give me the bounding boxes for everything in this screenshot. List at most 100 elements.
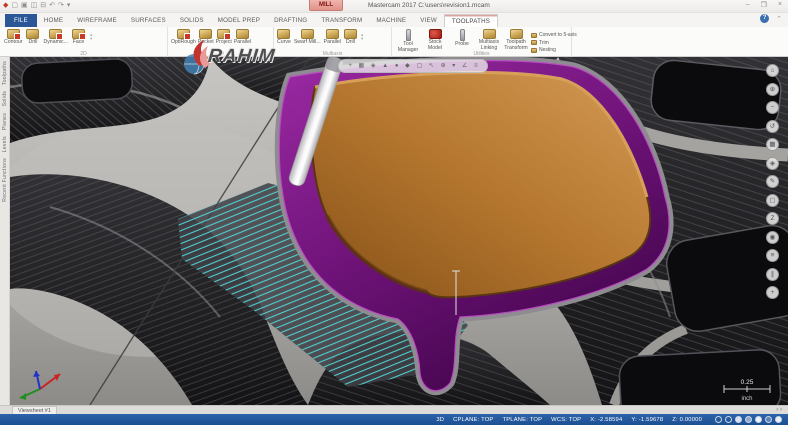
probe-button[interactable]: Probe — [450, 29, 474, 48]
tab-solids[interactable]: SOLIDS — [173, 14, 211, 27]
selbar-icon-11[interactable]: ≡ — [474, 60, 478, 72]
view-shading-icon[interactable]: ◈ — [766, 157, 779, 170]
parallel-multiaxis-button[interactable]: Parallel — [324, 29, 341, 46]
selbar-icon-0[interactable]: + — [348, 60, 352, 72]
close-button[interactable]: × — [778, 1, 782, 9]
selbar-icon-3[interactable]: ▲ — [382, 60, 388, 72]
status-toggle-icon[interactable] — [725, 416, 732, 423]
drill-button[interactable]: Drill — [26, 29, 39, 46]
status-toggle-icon[interactable] — [775, 416, 782, 423]
status-wcs[interactable]: WCS: TOP — [551, 417, 581, 423]
tab-machine[interactable]: MACHINE — [369, 14, 413, 27]
view-zoom-out-icon[interactable]: − — [766, 101, 779, 114]
view-target-icon[interactable]: ◉ — [766, 231, 779, 244]
gallery-scroll-arrows[interactable]: ▴▾ — [89, 29, 93, 41]
status-toggle-icon[interactable] — [755, 416, 762, 423]
status-toggle-icon[interactable] — [715, 416, 722, 423]
status-cplane[interactable]: CPLANE: TOP — [453, 417, 493, 423]
status-tplane[interactable]: TPLANE: TOP — [502, 417, 542, 423]
tab-toolpaths[interactable]: TOOLPATHS — [444, 14, 498, 27]
panel-tab-planes[interactable]: Planes — [2, 113, 8, 130]
selbar-icon-9[interactable]: ▾ — [452, 60, 455, 72]
face-button[interactable]: Face — [72, 29, 85, 46]
dynamic-mill-button[interactable]: Dynamic... — [43, 29, 68, 46]
view-rotate-icon[interactable]: ↺ — [766, 120, 779, 133]
undo-icon[interactable]: ↶ — [49, 1, 55, 11]
print-icon[interactable]: ⊟ — [40, 1, 46, 11]
open-file-icon[interactable]: ▣ — [21, 1, 28, 11]
tab-file[interactable]: FILE — [5, 14, 37, 27]
status-toggle-icon[interactable] — [765, 416, 772, 423]
project-button[interactable]: Project — [216, 29, 232, 46]
multiaxis-linking-button[interactable]: Multiaxis Linking — [477, 29, 501, 51]
toolpath-transform-button[interactable]: Toolpath Transform — [504, 29, 528, 51]
panel-tab-recent-functions[interactable]: Recent Functions — [2, 158, 8, 202]
redo-icon[interactable]: ↷ — [58, 1, 64, 11]
customize-toolbar-chevron-icon[interactable]: ▾ — [67, 1, 71, 11]
status-toggle-icon[interactable] — [745, 416, 752, 423]
gallery-scroll-arrows[interactable]: ▴▾ — [360, 29, 364, 41]
restore-button[interactable]: ❐ — [761, 1, 767, 9]
view-add-icon[interactable]: + — [766, 286, 779, 299]
view-control-strip: ⌂ ⊕ − ↺ ▦ ◈ ✎ ▢ Z ◉ ≡ ∥ + — [766, 64, 784, 299]
docked-panel-tabstrip: Toolpaths Solids Planes Levels Recent Fu… — [0, 57, 10, 405]
panel-tab-solids[interactable]: Solids — [2, 91, 8, 106]
collapse-ribbon-icon[interactable]: ⌃ — [776, 15, 782, 23]
selbar-icon-8[interactable]: ⊕ — [441, 60, 446, 72]
view-zoom-in-icon[interactable]: ⊕ — [766, 83, 779, 96]
viewsheet-tab[interactable]: Viewsheet #1 — [12, 406, 57, 414]
tab-model-prep[interactable]: MODEL PREP — [211, 14, 267, 27]
selbar-icon-7[interactable]: ↖ — [429, 60, 434, 72]
status-dimension-mode[interactable]: 3D — [436, 417, 444, 423]
app-icon[interactable]: ◆ — [3, 1, 8, 11]
selbar-icon-10[interactable]: ∠ — [462, 60, 467, 72]
ribbon-tab-bar: FILE HOME WIREFRAME SURFACES SOLIDS MODE… — [0, 13, 788, 27]
tab-surfaces[interactable]: SURFACES — [124, 14, 173, 27]
view-levels-icon[interactable]: ≡ — [766, 249, 779, 262]
contour-button[interactable]: Contour — [4, 29, 22, 46]
tab-wireframe[interactable]: WIREFRAME — [70, 14, 124, 27]
help-icon[interactable]: ? — [760, 14, 769, 23]
view-sketch-icon[interactable]: ✎ — [766, 175, 779, 188]
tool-manager-button[interactable]: Tool Manager — [396, 29, 420, 53]
tab-transform[interactable]: TRANSFORM — [314, 14, 369, 27]
viewsheet-next-icon[interactable]: › — [780, 407, 782, 413]
selbar-icon-6[interactable]: ▢ — [416, 60, 422, 72]
new-file-icon[interactable]: ▢ — [11, 1, 18, 11]
view-home-icon[interactable]: ⌂ — [766, 64, 779, 77]
panel-tab-toolpaths[interactable]: Toolpaths — [2, 61, 8, 85]
selbar-icon-5[interactable]: ◆ — [405, 60, 410, 72]
viewsheet-prev-icon[interactable]: ‹ — [776, 407, 778, 413]
trim-button[interactable]: Trim — [531, 40, 577, 46]
pocket-button[interactable]: Pocket — [198, 29, 214, 46]
view-section-icon[interactable]: ∥ — [766, 268, 779, 281]
selbar-icon-4[interactable]: ● — [395, 60, 399, 72]
minimize-button[interactable]: – — [746, 1, 750, 9]
parallel-3d-button[interactable]: Parallel — [234, 29, 251, 46]
selbar-icon-2[interactable]: ◈ — [371, 60, 376, 72]
tab-drafting[interactable]: DRAFTING — [267, 14, 314, 27]
status-x-coordinate: X: -2.58594 — [590, 417, 622, 423]
tab-home[interactable]: HOME — [37, 14, 70, 27]
project-icon — [217, 29, 230, 39]
save-icon[interactable]: ◫ — [31, 1, 38, 11]
convert-to-5axis-button[interactable]: Convert to 5-axis — [531, 32, 577, 38]
drill-multiaxis-button[interactable]: Drill — [344, 29, 357, 46]
stock-model-button[interactable]: Stock Model — [423, 29, 447, 51]
tab-view[interactable]: VIEW — [413, 14, 444, 27]
mill-contextual-badge[interactable]: MILL — [309, 0, 343, 11]
parallel-multiaxis-icon — [326, 29, 339, 39]
face-icon — [72, 29, 85, 39]
selbar-icon-1[interactable]: ▦ — [359, 60, 365, 72]
swarf-milling-button[interactable]: Swarf Mill... — [294, 29, 321, 46]
quick-access-toolbar: ◆ ▢ ▣ ◫ ⊟ ↶ ↷ ▾ — [0, 1, 70, 11]
status-toggle-icon[interactable] — [735, 416, 742, 423]
curve-button[interactable]: Curve — [277, 29, 291, 46]
optirough-button[interactable]: OptiRough — [171, 29, 196, 46]
graphics-viewport[interactable]: 0.25 inch — [10, 57, 788, 405]
panel-tab-levels[interactable]: Levels — [2, 136, 8, 152]
view-zaxis-icon[interactable]: Z — [766, 212, 779, 225]
view-wireframe-icon[interactable]: ▢ — [766, 194, 779, 207]
view-grid-icon[interactable]: ▦ — [766, 138, 779, 151]
title-bar: ◆ ▢ ▣ ◫ ⊟ ↶ ↷ ▾ MILL Mastercam 2017 C:\u… — [0, 0, 788, 13]
